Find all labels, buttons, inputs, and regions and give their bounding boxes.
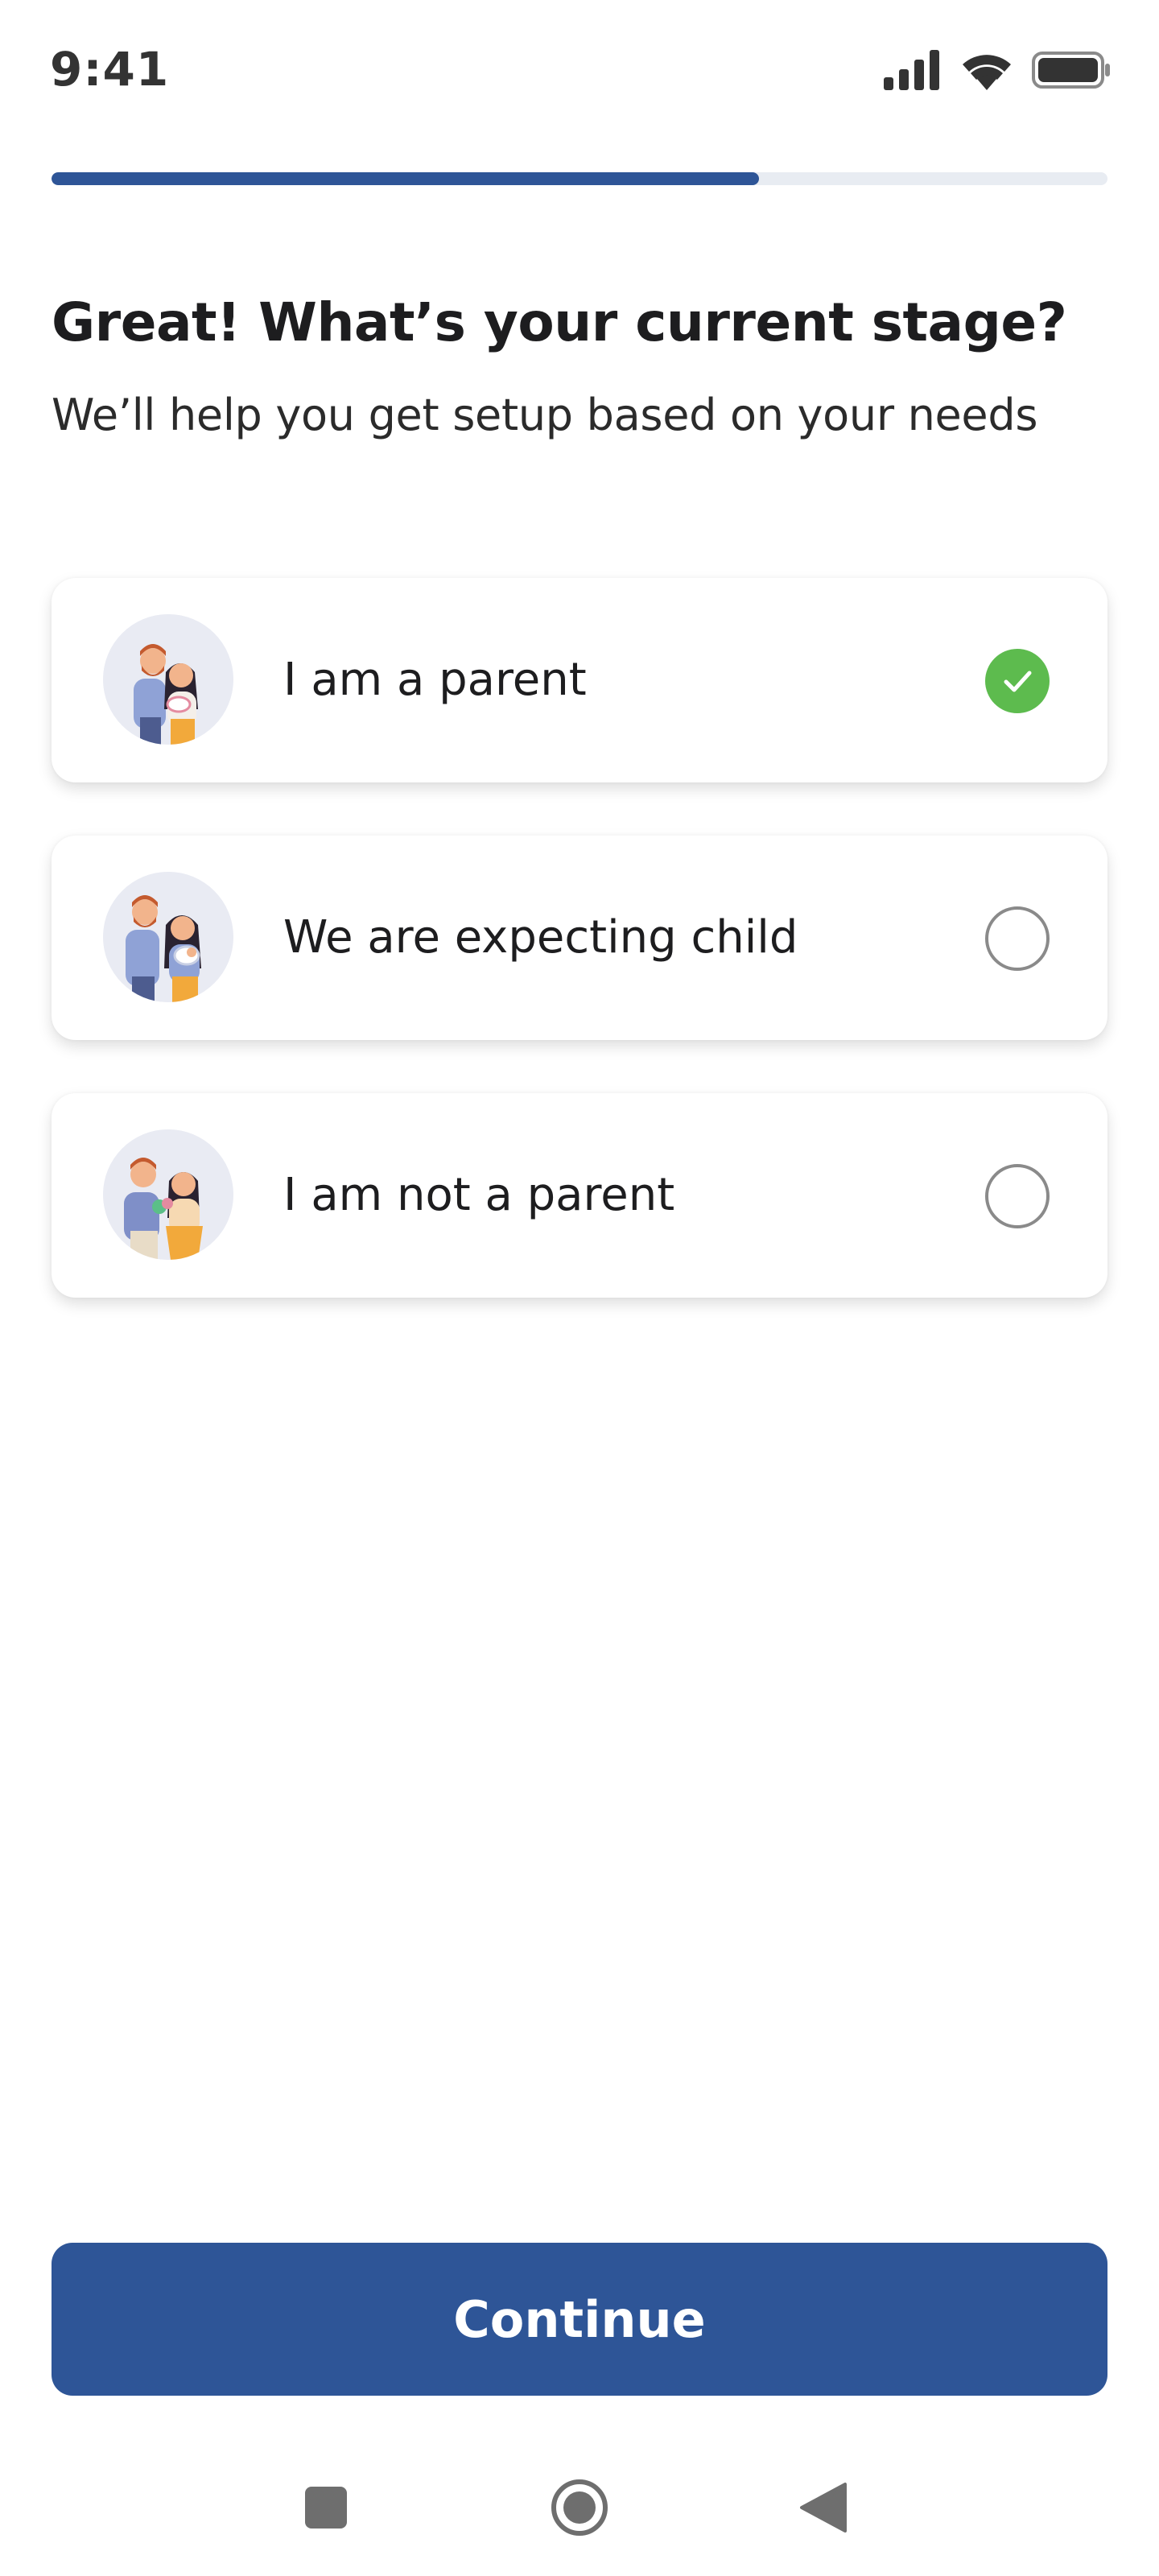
status-icons	[884, 50, 1111, 90]
page-subtitle: We’ll help you get setup based on your n…	[52, 390, 1038, 440]
progress-fill	[52, 172, 760, 185]
radio-unselected-icon[interactable]	[985, 906, 1050, 971]
couple-with-newborn-illustration	[103, 872, 233, 1002]
radio-selected-check-icon[interactable]	[985, 649, 1050, 713]
navigation-bar	[0, 2463, 1159, 2552]
progress-bar	[52, 172, 1107, 185]
family-with-baby-illustration	[103, 614, 233, 745]
battery-icon	[1032, 52, 1110, 89]
option-card-not-parent[interactable]: I am not a parent	[52, 1093, 1107, 1298]
home-icon[interactable]	[535, 2463, 624, 2552]
option-card-expecting[interactable]: We are expecting child	[52, 836, 1107, 1040]
option-label: I am not a parent	[283, 1169, 675, 1221]
option-card-parent[interactable]: I am a parent	[52, 578, 1107, 782]
option-label: We are expecting child	[283, 911, 798, 964]
radio-unselected-icon[interactable]	[985, 1164, 1050, 1228]
signal-icon	[884, 50, 939, 90]
option-label: I am a parent	[283, 654, 587, 706]
wifi-icon	[963, 55, 1011, 90]
recent-apps-icon[interactable]	[282, 2463, 370, 2552]
couple-illustration	[103, 1129, 233, 1260]
status-time: 9:41	[50, 42, 170, 97]
continue-button[interactable]: Continue	[52, 2243, 1107, 2396]
status-bar: 9:41	[0, 0, 1159, 145]
back-icon[interactable]	[779, 2463, 868, 2552]
page-title: Great! What’s your current stage?	[52, 291, 1067, 353]
